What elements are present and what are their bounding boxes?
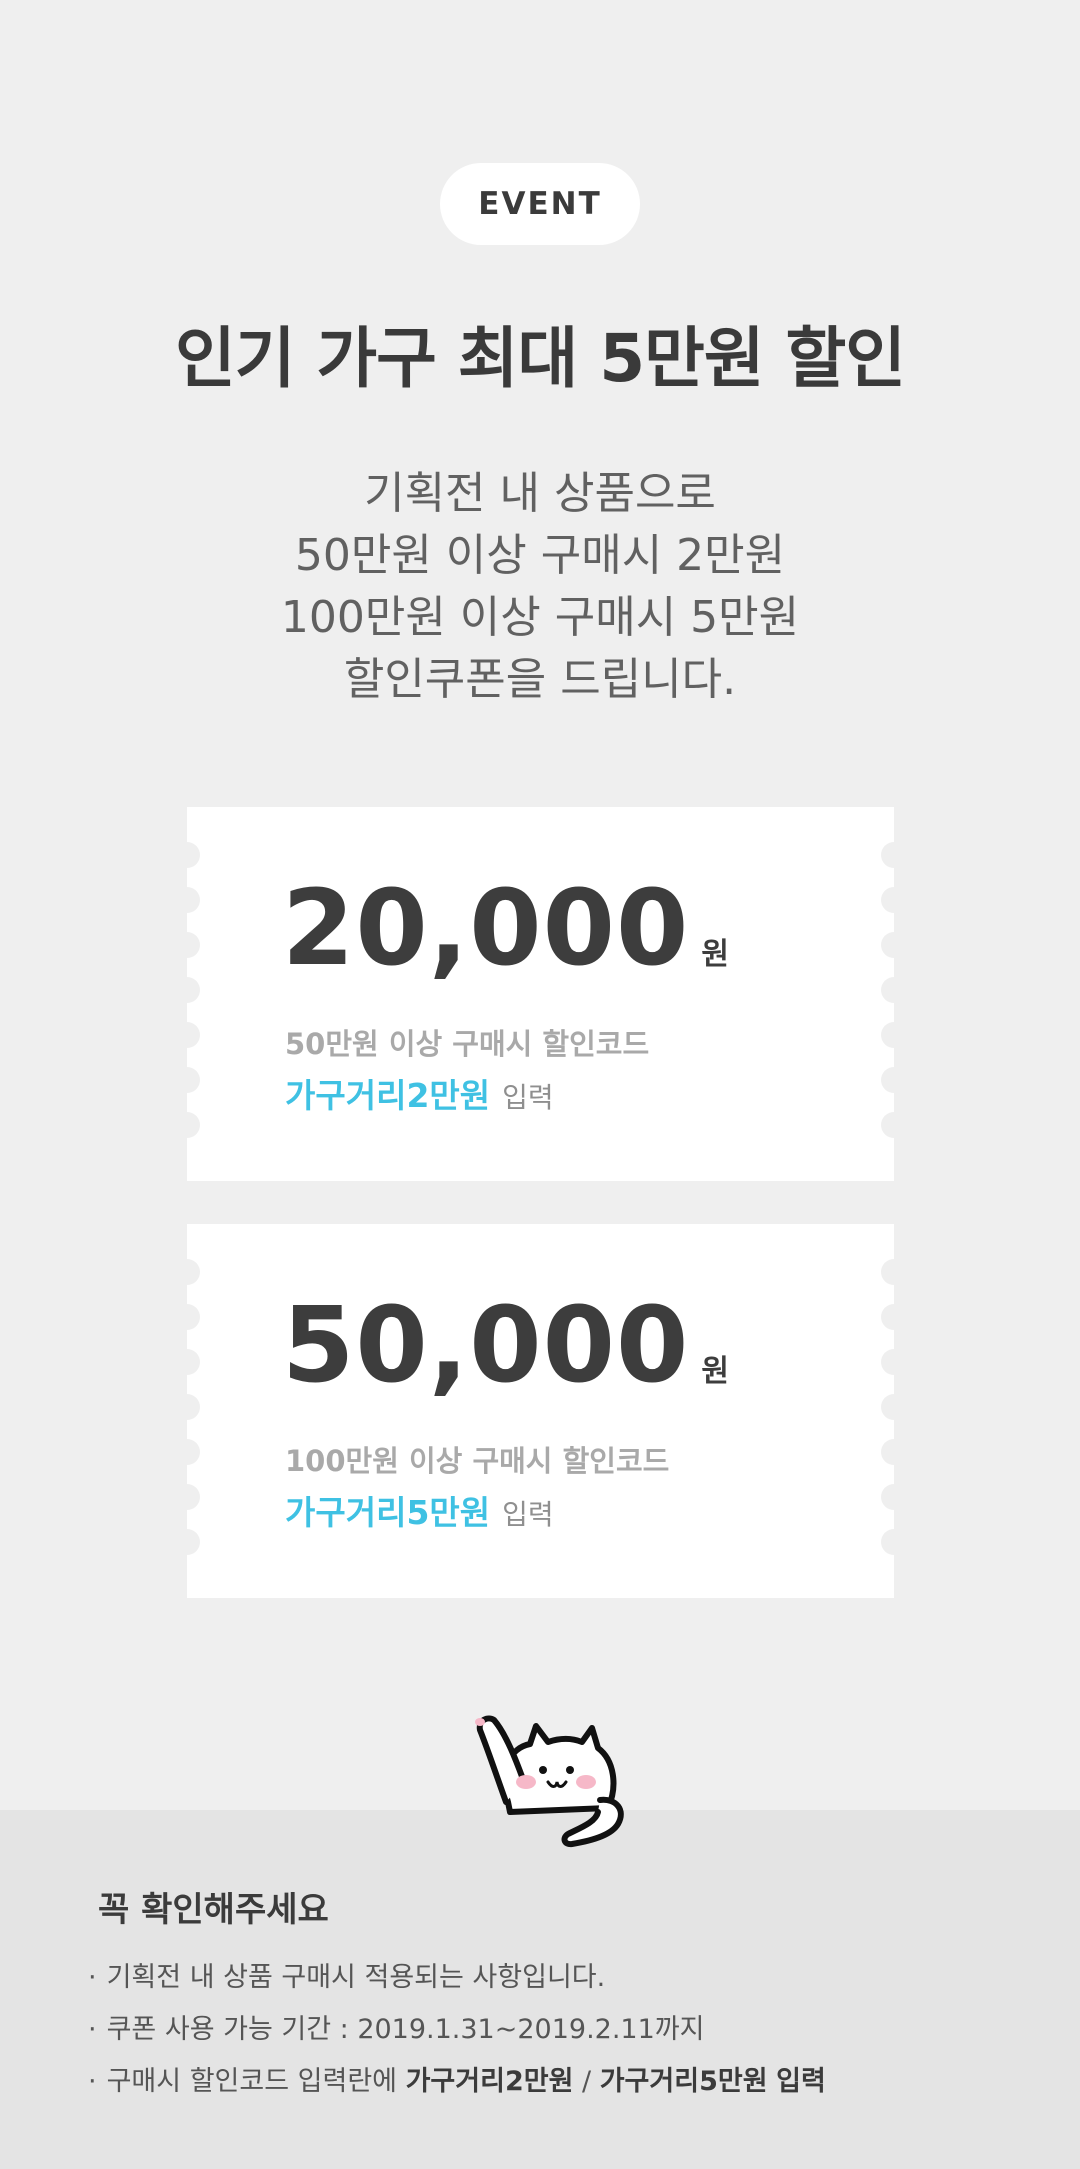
description-line: 할인쿠폰을 드립니다. — [343, 654, 737, 705]
bullet-icon: · — [88, 2014, 97, 2045]
coupon-amount: 20,000 — [282, 867, 690, 989]
ticket-notch — [881, 1112, 894, 1138]
coupon-code-action: 입력 — [502, 1498, 554, 1531]
notice-list: · 기획전 내 상품 구매시 적용되는 사항입니다. · 쿠폰 사용 가능 기간 :… — [88, 1952, 826, 2108]
notice-title: 꼭 확인해주세요 — [98, 1890, 329, 1930]
notice-item: · 구매시 할인코드 입력란에 가구거리2만원 / 가구거리5만원 입력 — [88, 2056, 826, 2108]
notice-action: 입력 — [776, 2066, 826, 2097]
ticket-notch — [187, 1304, 200, 1330]
page-title: 인기 가구 최대 5만원 할인 — [174, 320, 906, 397]
notice-item-text: 기획전 내 상품 구매시 적용되는 사항입니다. — [106, 1962, 606, 1993]
ticket-notch — [881, 1259, 894, 1285]
coupon-code-action: 입력 — [502, 1081, 554, 1114]
coupon-code: 가구거리2만원 — [285, 1076, 491, 1115]
coupon-20000[interactable]: 20,000 원 50만원 이상 구매시 할인코드 가구거리2만원 입력 — [187, 807, 894, 1181]
ticket-notch — [187, 977, 200, 1003]
coupon-amount-row: 50,000 원 — [282, 1284, 729, 1406]
description-line: 50만원 이상 구매시 2만원 — [294, 530, 786, 581]
waving-cat-mascot-icon — [475, 1715, 624, 1848]
notice-separator: / — [582, 2066, 592, 2097]
ticket-notch — [881, 1304, 894, 1330]
ticket-notch — [187, 1439, 200, 1465]
ticket-notch — [881, 1484, 894, 1510]
coupon-code: 가구거리5만원 — [285, 1493, 491, 1532]
ticket-notch — [187, 1259, 200, 1285]
event-badge: EVENT — [440, 163, 640, 245]
coupon-condition: 50만원 이상 구매시 할인코드 — [285, 1027, 650, 1061]
coupon-unit: 원 — [701, 937, 729, 972]
ticket-notch — [187, 1484, 200, 1510]
ticket-notch — [881, 1394, 894, 1420]
ticket-notch — [187, 932, 200, 958]
description-line: 100만원 이상 구매시 5만원 — [280, 592, 800, 643]
notice-section: 꼭 확인해주세요 · 기획전 내 상품 구매시 적용되는 사항입니다. · 쿠폰 사… — [0, 1810, 1080, 2169]
coupon-code-row: 가구거리2만원 입력 — [285, 1069, 554, 1117]
notice-code: 가구거리5만원 — [599, 2066, 768, 2097]
ticket-notch — [187, 842, 200, 868]
coupon-unit: 원 — [701, 1354, 729, 1389]
notice-item-text: 쿠폰 사용 가능 기간 : 2019.1.31~2019.2.11까지 — [106, 2014, 705, 2045]
ticket-notch — [881, 887, 894, 913]
notice-item: · 쿠폰 사용 가능 기간 : 2019.1.31~2019.2.11까지 — [88, 2004, 826, 2056]
ticket-notch — [881, 932, 894, 958]
coupon-condition: 100만원 이상 구매시 할인코드 — [285, 1444, 670, 1478]
coupon-50000[interactable]: 50,000 원 100만원 이상 구매시 할인코드 가구거리5만원 입력 — [187, 1224, 894, 1598]
coupon-amount-row: 20,000 원 — [282, 867, 729, 989]
ticket-notch — [881, 1529, 894, 1555]
notice-code: 가구거리2만원 — [405, 2066, 574, 2097]
ticket-notch — [881, 1022, 894, 1048]
ticket-notch — [881, 977, 894, 1003]
coupon-code-row: 가구거리5만원 입력 — [285, 1486, 554, 1534]
notice-item-text: 구매시 할인코드 입력란에 — [106, 2066, 397, 2097]
description-line: 기획전 내 상품으로 — [364, 468, 716, 519]
ticket-notch — [881, 1439, 894, 1465]
ticket-notch — [187, 1529, 200, 1555]
coupon-amount: 50,000 — [282, 1284, 690, 1406]
ticket-notch — [187, 1112, 200, 1138]
ticket-notch — [187, 1067, 200, 1093]
ticket-notch — [187, 887, 200, 913]
ticket-notch — [881, 1067, 894, 1093]
ticket-notch — [881, 842, 894, 868]
ticket-notch — [187, 1022, 200, 1048]
event-description: 기획전 내 상품으로 50만원 이상 구매시 2만원 100만원 이상 구매시 … — [0, 463, 1080, 711]
ticket-notch — [187, 1394, 200, 1420]
bullet-icon: · — [88, 1962, 97, 1993]
bullet-icon: · — [88, 2066, 97, 2097]
ticket-notch — [881, 1349, 894, 1375]
ticket-notch — [187, 1349, 200, 1375]
notice-item: · 기획전 내 상품 구매시 적용되는 사항입니다. — [88, 1952, 826, 2004]
